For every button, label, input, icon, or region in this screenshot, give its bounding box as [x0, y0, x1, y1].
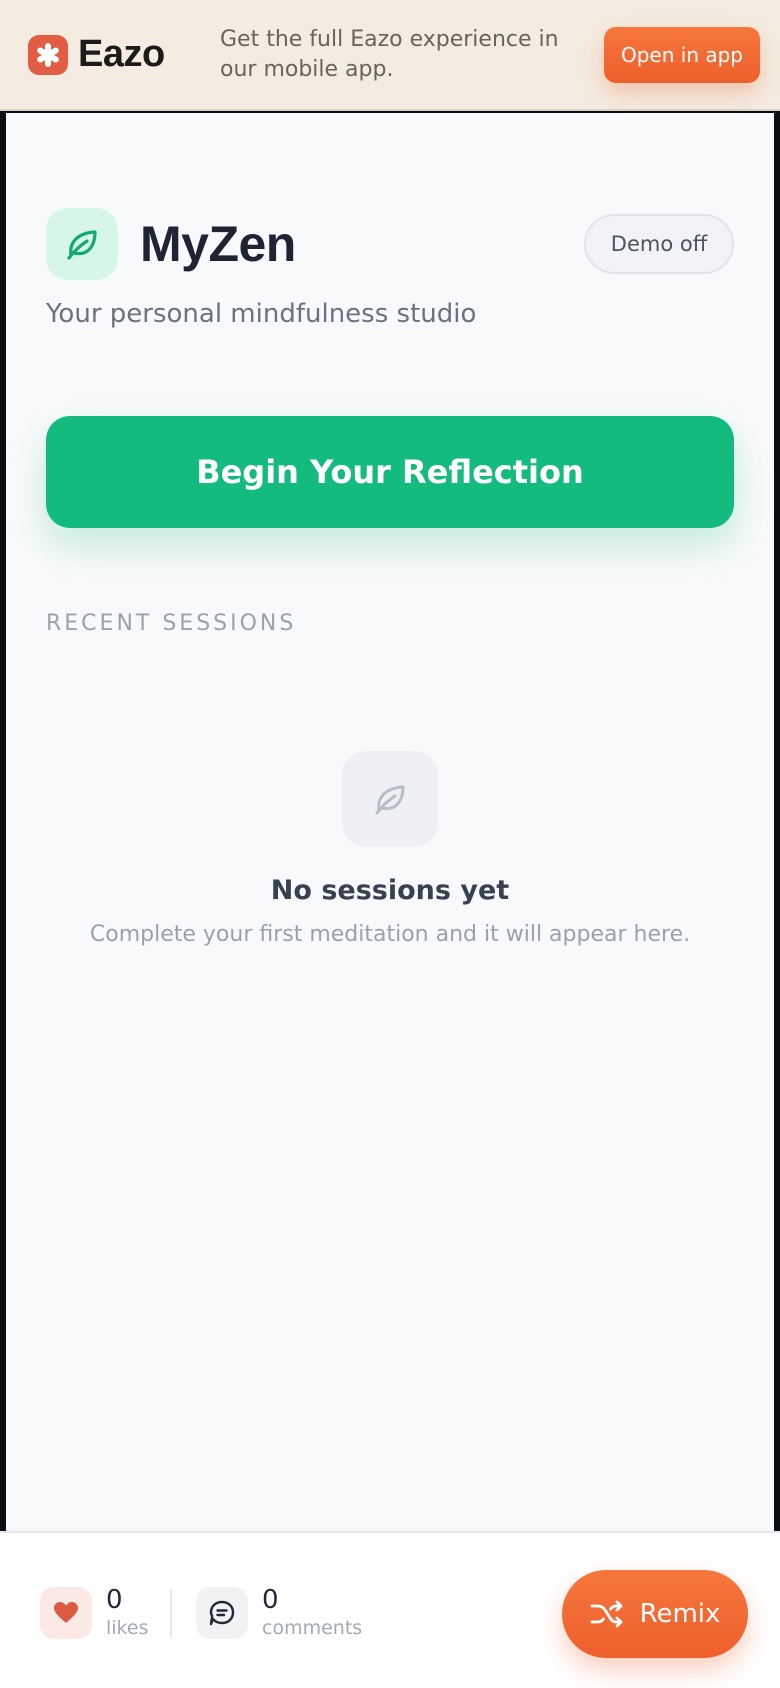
app-header: MyZen Demo off	[46, 208, 734, 280]
leaf-icon	[342, 751, 438, 847]
app-title: MyZen	[140, 216, 296, 272]
demo-mode-toggle[interactable]: Demo off	[584, 214, 734, 274]
app-promo-banner: Eazo Get the full Eazo experience in our…	[0, 0, 780, 111]
comments-stat[interactable]: 0 comments	[196, 1585, 362, 1641]
open-in-app-button[interactable]: Open in app	[604, 26, 760, 83]
heart-icon[interactable]	[40, 1587, 92, 1639]
app-subtitle: Your personal mindfulness studio	[46, 299, 477, 329]
brand-name: Eazo	[78, 33, 165, 75]
likes-stat[interactable]: 0 likes	[40, 1585, 148, 1641]
comments-label: comments	[262, 1617, 363, 1639]
remix-label: Remix	[639, 1599, 721, 1629]
recent-sessions-heading: RECENT SESSIONS	[46, 611, 297, 636]
stat-divider	[170, 1589, 172, 1637]
begin-reflection-button[interactable]: Begin Your Reflection	[46, 416, 734, 528]
bottom-action-bar: 0 likes 0 comments Remix	[0, 1531, 780, 1688]
empty-state-description: Complete your first meditation and it wi…	[89, 922, 691, 947]
banner-message: Get the full Eazo experience in our mobi…	[220, 26, 559, 82]
empty-state-title: No sessions yet	[270, 875, 510, 906]
shuffle-icon	[590, 1599, 624, 1629]
brand-asterisk-icon	[28, 34, 68, 75]
brand-lockup: Eazo	[28, 33, 192, 76]
likes-label: likes	[106, 1617, 149, 1639]
empty-state: No sessions yet Complete your first medi…	[6, 751, 774, 947]
leaf-icon	[46, 208, 118, 280]
comments-count: 0	[262, 1585, 279, 1615]
app-screen: MyZen Demo off Your personal mindfulness…	[6, 113, 774, 1531]
chat-bubble-icon[interactable]	[196, 1587, 248, 1639]
remix-button[interactable]: Remix	[562, 1570, 748, 1658]
likes-count: 0	[106, 1585, 123, 1615]
